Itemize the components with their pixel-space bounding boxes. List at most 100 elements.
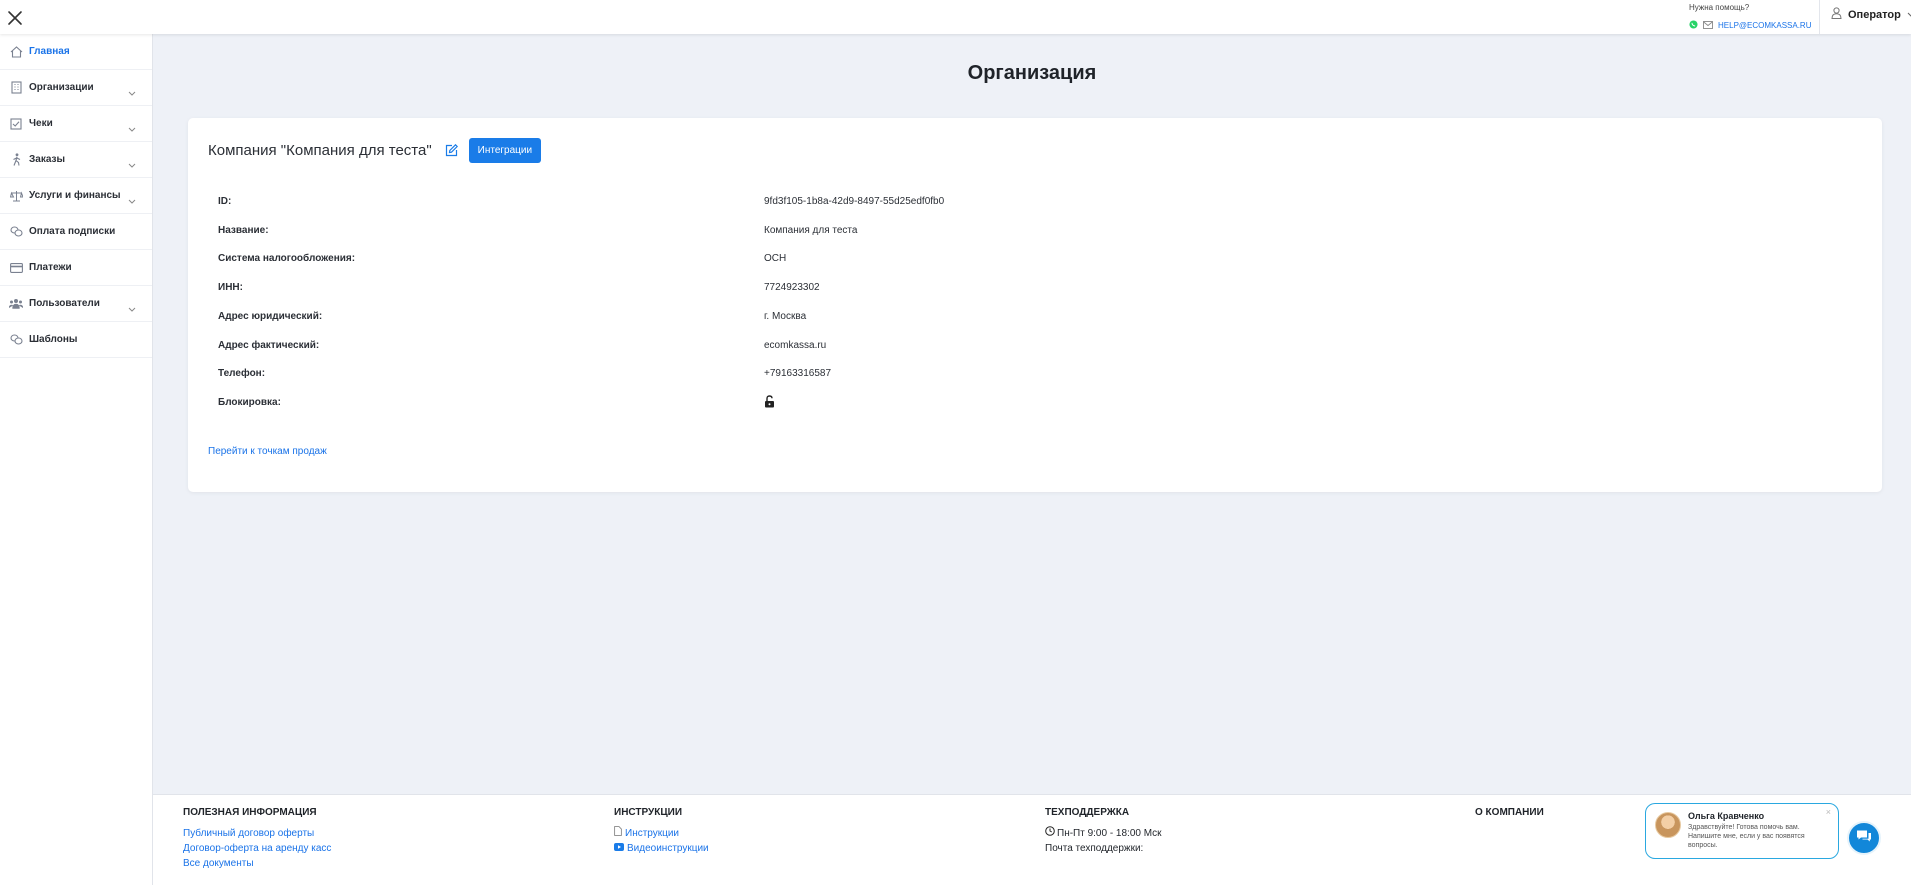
user-role-label: Оператор <box>1848 8 1901 21</box>
footer-useful-info: ПОЛЕЗНАЯ ИНФОРМАЦИЯ Публичный договор оф… <box>183 807 331 871</box>
walking-person-icon <box>9 153 23 167</box>
sidebar-item-home[interactable]: Главная <box>0 34 152 70</box>
user-menu[interactable]: Оператор <box>1831 7 1911 22</box>
document-icon <box>614 826 622 841</box>
field-row-blocking: Блокировка: <box>218 394 775 410</box>
video-instructions-label: Видеоинструкции <box>627 843 709 854</box>
chat-greeting-bubble[interactable]: Ольга Кравченко Здравствуйте! Готова пом… <box>1645 803 1839 859</box>
field-value: ОСН <box>764 252 787 264</box>
field-value: ecomkassa.ru <box>764 339 827 351</box>
field-label: Блокировка: <box>218 396 281 408</box>
topbar-divider <box>1819 0 1820 34</box>
building-icon <box>9 81 23 95</box>
top-bar: Нужна помощь? HELP@ECOMKASSA.RU Оператор <box>0 0 1911 34</box>
field-label: Адрес юридический: <box>218 310 323 322</box>
close-icon[interactable]: × <box>1826 807 1831 817</box>
rental-offer-link[interactable]: Договор-оферта на аренду касс <box>183 841 331 856</box>
sidebar-item-label: Чеки <box>29 118 53 129</box>
close-menu-icon[interactable] <box>6 9 24 27</box>
home-icon <box>9 45 23 59</box>
sidebar-item-label: Услуги и финансы <box>29 190 121 201</box>
footer-column-title: О КОМПАНИИ <box>1475 807 1544 818</box>
check-square-icon <box>9 117 23 131</box>
field-value: Компания для теста <box>764 224 858 236</box>
credit-card-icon <box>9 261 23 275</box>
footer-column-title: ПОЛЕЗНАЯ ИНФОРМАЦИЯ <box>183 807 317 818</box>
sidebar-item-payments[interactable]: Платежи <box>0 250 152 286</box>
field-value: +79163316587 <box>764 367 832 379</box>
sales-points-link[interactable]: Перейти к точкам продаж <box>208 446 327 457</box>
field-row-phone: Телефон: +79163316587 <box>218 365 831 381</box>
support-hours-text: Пн-Пт 9:00 - 18:00 Мск <box>1057 828 1162 839</box>
users-icon <box>9 297 23 311</box>
company-title: Компания "Компания для теста" <box>208 142 432 159</box>
support-hours: Пн-Пт 9:00 - 18:00 Мск <box>1045 826 1162 841</box>
chat-icon <box>1856 829 1872 848</box>
scales-icon <box>9 189 23 203</box>
sidebar-item-services-finance[interactable]: Услуги и финансы <box>0 178 152 214</box>
all-documents-link[interactable]: Все документы <box>183 856 331 871</box>
sidebar-item-label: Шаблоны <box>29 334 78 345</box>
sidebar-item-organizations[interactable]: Организации <box>0 70 152 106</box>
sidebar-item-label: Оплата подписки <box>29 226 116 237</box>
field-row-tax-system: Система налогообложения: ОСН <box>218 250 786 266</box>
organization-card: Компания "Компания для теста" Интеграции… <box>188 118 1882 492</box>
field-row-legal-address: Адрес юридический: г. Москва <box>218 308 806 324</box>
sidebar-item-receipts[interactable]: Чеки <box>0 106 152 142</box>
sidebar-item-label: Платежи <box>29 262 72 273</box>
chevron-down-icon <box>128 191 136 209</box>
sidebar-item-label: Главная <box>29 46 70 57</box>
sidebar-item-orders[interactable]: Заказы <box>0 142 152 178</box>
clock-icon <box>1045 826 1055 841</box>
page-title: Организация <box>967 62 1097 84</box>
sidebar-item-label: Заказы <box>29 154 66 165</box>
coins-icon <box>9 225 23 239</box>
chevron-down-icon <box>128 119 136 137</box>
support-email-label: Почта техподдержки: <box>1045 843 1144 854</box>
field-row-inn: ИНН: 7724923302 <box>218 279 820 295</box>
footer-about: О КОМПАНИИ <box>1475 807 1544 826</box>
chevron-down-icon <box>128 155 136 173</box>
field-label: Система налогообложения: <box>218 252 356 264</box>
chevron-down-icon <box>1907 9 1911 21</box>
coins-icon <box>9 333 23 347</box>
instructions-label: Инструкции <box>625 828 680 839</box>
help-title: Нужна помощь? <box>1689 3 1750 12</box>
mail-icon <box>1703 16 1713 34</box>
chat-button[interactable] <box>1847 821 1881 855</box>
chevron-down-icon <box>128 299 136 317</box>
help-email-link[interactable]: HELP@ECOMKASSA.RU <box>1718 21 1811 30</box>
field-label: Название: <box>218 224 269 236</box>
field-label: ID: <box>218 195 232 207</box>
instructions-link[interactable]: Инструкции <box>614 826 709 841</box>
help-contact: Нужна помощь? HELP@ECOMKASSA.RU <box>1689 3 1819 34</box>
video-icon <box>614 841 624 856</box>
field-row-actual-address: Адрес фактический: ecomkassa.ru <box>218 337 826 353</box>
chat-operator-name: Ольга Кравченко <box>1688 811 1765 821</box>
sidebar-item-label: Организации <box>29 82 94 93</box>
field-value: 7724923302 <box>764 281 820 293</box>
field-row-id: ID: 9fd3f105-1b8a-42d9-8497-55d25edf0fb0 <box>218 193 944 209</box>
video-instructions-link[interactable]: Видеоинструкции <box>614 841 709 856</box>
public-offer-link[interactable]: Публичный договор оферты <box>183 826 331 841</box>
integrations-button[interactable]: Интеграции <box>468 138 542 163</box>
chevron-down-icon <box>128 83 136 101</box>
footer-support: ТЕХПОДДЕРЖКА Пн-Пт 9:00 - 18:00 Мск Почт… <box>1045 807 1162 856</box>
field-value: г. Москва <box>764 310 807 322</box>
chat-message: Здравствуйте! Готова помочь вам. Напишит… <box>1688 824 1805 849</box>
unlock-icon <box>764 393 775 411</box>
field-label: ИНН: <box>218 281 243 293</box>
footer-column-title: ТЕХПОДДЕРЖКА <box>1045 807 1130 818</box>
sidebar-item-templates[interactable]: Шаблоны <box>0 322 152 358</box>
avatar <box>1655 812 1681 838</box>
whatsapp-icon[interactable] <box>1689 16 1698 34</box>
sidebar-item-label: Пользователи <box>29 298 100 309</box>
field-row-name: Название: Компания для теста <box>218 222 857 238</box>
field-label: Адрес фактический: <box>218 339 320 351</box>
edit-icon[interactable] <box>445 143 458 162</box>
sidebar-item-subscription-payment[interactable]: Оплата подписки <box>0 214 152 250</box>
sidebar-item-users[interactable]: Пользователи <box>0 286 152 322</box>
footer-column-title: ИНСТРУКЦИИ <box>614 807 683 818</box>
footer-instructions: ИНСТРУКЦИИ Инструкции Видеоинструкции <box>614 807 709 856</box>
user-icon <box>1831 7 1842 22</box>
